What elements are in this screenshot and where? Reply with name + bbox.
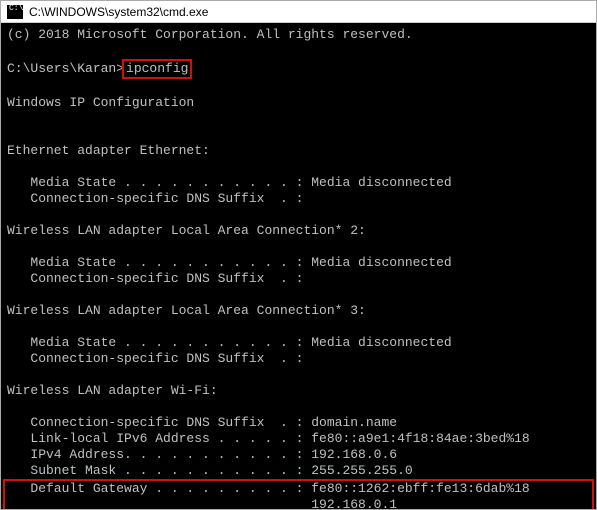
output-line: Connection-specific DNS Suffix . : [7,191,303,206]
command-highlight: ipconfig [122,59,192,79]
output-line: Connection-specific DNS Suffix . : domai… [7,415,397,430]
output-line: Media State . . . . . . . . . . . : Medi… [7,175,452,190]
copyright-line: (c) 2018 Microsoft Corporation. All righ… [7,27,413,42]
output-line: Default Gateway . . . . . . . . . : fe80… [7,481,530,496]
output-line: Link-local IPv6 Address . . . . . : fe80… [7,431,530,446]
output-line: IPv4 Address. . . . . . . . . . . : 192.… [7,447,397,462]
terminal-area[interactable]: (c) 2018 Microsoft Corporation. All righ… [1,23,596,509]
output-line: Connection-specific DNS Suffix . : [7,271,303,286]
section-title: Wireless LAN adapter Wi-Fi: [7,383,218,398]
cmd-icon: C:\ [7,5,23,19]
gateway-highlight: Default Gateway . . . . . . . . . : fe80… [3,479,594,509]
output-line: 192.168.0.1 [7,497,397,509]
output-line: Connection-specific DNS Suffix . : [7,351,303,366]
output-line: Media State . . . . . . . . . . . : Medi… [7,255,452,270]
output-line: Media State . . . . . . . . . . . : Medi… [7,335,452,350]
title-bar[interactable]: C:\ C:\WINDOWS\system32\cmd.exe [1,1,596,23]
config-header: Windows IP Configuration [7,95,194,110]
section-title: Ethernet adapter Ethernet: [7,143,210,158]
prompt-text: C:\Users\Karan> [7,61,124,76]
cmd-window: C:\ C:\WINDOWS\system32\cmd.exe (c) 2018… [0,0,597,510]
output-line: Subnet Mask . . . . . . . . . . . : 255.… [7,463,413,478]
section-title: Wireless LAN adapter Local Area Connecti… [7,223,366,238]
section-title: Wireless LAN adapter Local Area Connecti… [7,303,366,318]
window-title: C:\WINDOWS\system32\cmd.exe [29,5,208,19]
